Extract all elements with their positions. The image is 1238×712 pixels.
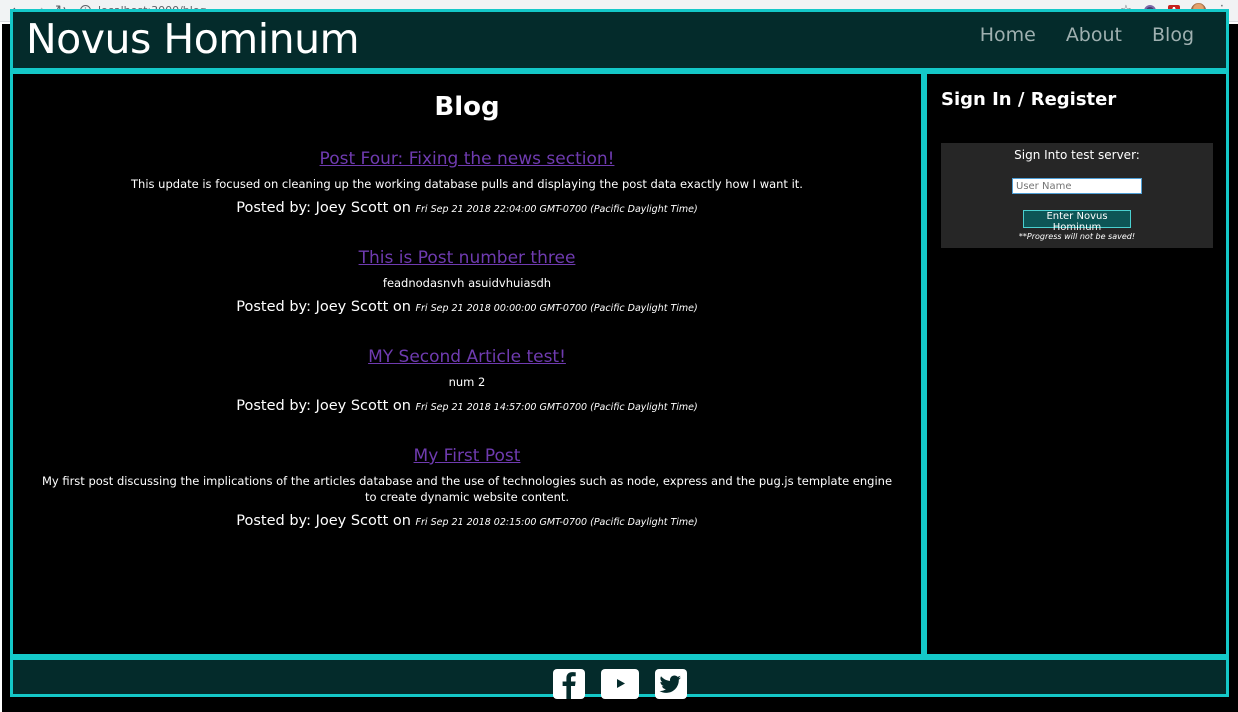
signin-label: Sign Into test server: (1014, 148, 1140, 162)
sidebar-title: Sign In / Register (941, 89, 1117, 110)
site-header: Novus Hominum Home About Blog (10, 9, 1229, 71)
site-footer (10, 657, 1229, 699)
twitter-icon[interactable] (655, 669, 687, 699)
post-meta: Posted by: Joey Scott on Fri Sep 21 2018… (13, 200, 921, 216)
post-title-link[interactable]: MY Second Article test! (368, 347, 566, 367)
post-body: num 2 (448, 375, 486, 389)
post-item: Post Four: Fixing the news section! This… (13, 149, 921, 216)
progress-note: **Progress will not be saved! (1018, 232, 1136, 241)
post-item: My First Post My first post discussing t… (13, 446, 921, 529)
post-meta: Posted by: Joey Scott on Fri Sep 21 2018… (13, 513, 921, 529)
post-body: My first post discussing the implication… (41, 474, 893, 504)
post-date: Fri Sep 21 2018 00:00:00 GMT-0700 (Pacif… (415, 303, 698, 314)
social-links (553, 669, 687, 699)
post-date: Fri Sep 21 2018 14:57:00 GMT-0700 (Pacif… (415, 402, 698, 413)
nav-link-home[interactable]: Home (980, 24, 1036, 46)
enter-button[interactable]: Enter Novus Hominum (1023, 210, 1131, 233)
sidebar: Sign In / Register Sign Into test server… (924, 71, 1229, 657)
post-byline: Posted by: Joey Scott on (236, 513, 411, 529)
post-title-link[interactable]: My First Post (414, 446, 521, 466)
post-body: feadnodasnvh asuidvhuiasdh (382, 276, 552, 290)
post-date: Fri Sep 21 2018 02:15:00 GMT-0700 (Pacif… (415, 517, 698, 528)
post-meta: Posted by: Joey Scott on Fri Sep 21 2018… (13, 398, 921, 414)
post-date: Fri Sep 21 2018 22:04:00 GMT-0700 (Pacif… (415, 204, 698, 215)
username-input[interactable] (1012, 178, 1142, 194)
post-title-link[interactable]: This is Post number three (359, 248, 576, 268)
post-byline: Posted by: Joey Scott on (236, 299, 411, 315)
post-byline: Posted by: Joey Scott on (236, 200, 411, 216)
page-title: Blog (434, 92, 500, 122)
main-content: Blog Post Four: Fixing the news section!… (10, 71, 924, 657)
nav-link-about[interactable]: About (1066, 24, 1122, 46)
youtube-icon[interactable] (601, 669, 639, 699)
nav-link-blog[interactable]: Blog (1152, 24, 1194, 46)
signin-form: Sign Into test server: Enter Novus Homin… (941, 143, 1213, 248)
top-nav: Home About Blog (980, 24, 1194, 46)
post-body: This update is focused on cleaning up th… (131, 177, 803, 191)
post-item: This is Post number three feadnodasnvh a… (13, 248, 921, 315)
post-title-link[interactable]: Post Four: Fixing the news section! (320, 149, 615, 169)
post-meta: Posted by: Joey Scott on Fri Sep 21 2018… (13, 299, 921, 315)
site-title[interactable]: Novus Hominum (26, 15, 360, 63)
post-item: MY Second Article test! num 2 Posted by:… (13, 347, 921, 414)
post-byline: Posted by: Joey Scott on (236, 398, 411, 414)
facebook-icon[interactable] (553, 669, 585, 699)
